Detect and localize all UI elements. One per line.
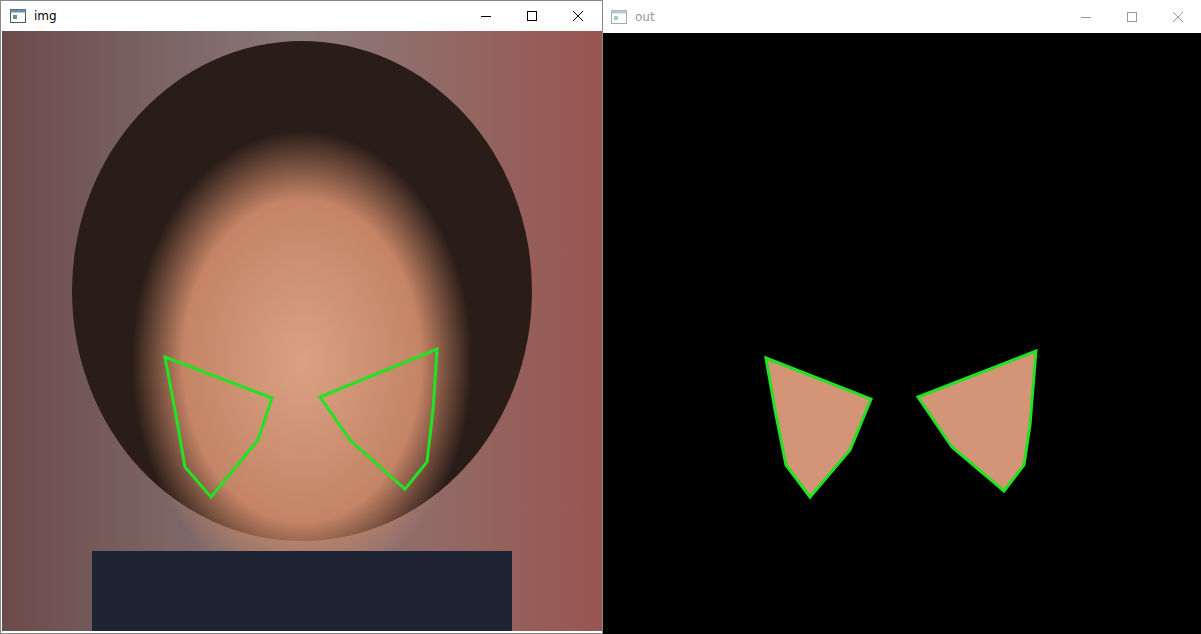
maximize-button[interactable]	[1109, 0, 1155, 33]
app-window: out	[603, 0, 1201, 634]
maximize-icon	[1126, 11, 1138, 23]
photo	[2, 31, 602, 631]
close-button[interactable]	[555, 1, 601, 31]
title-bar[interactable]: out	[603, 0, 1201, 33]
minimize-icon	[1080, 11, 1092, 23]
minimize-icon	[480, 10, 492, 22]
close-icon	[572, 10, 584, 22]
cut-region	[918, 351, 1036, 491]
minimize-button[interactable]	[1063, 0, 1109, 33]
desktop: img out	[0, 0, 1201, 634]
window-title: img	[34, 9, 463, 23]
title-bar[interactable]: img	[2, 1, 601, 31]
image-canvas	[2, 31, 602, 631]
close-icon	[1172, 11, 1184, 23]
window-icon	[10, 9, 26, 23]
minimize-button[interactable]	[463, 1, 509, 31]
mask-output	[603, 33, 1201, 634]
image-canvas	[603, 33, 1201, 634]
cut-region	[766, 358, 871, 497]
close-button[interactable]	[1155, 0, 1201, 33]
window-title: out	[635, 10, 1063, 24]
region-outline	[320, 349, 437, 489]
region-outline	[165, 357, 272, 497]
maximize-icon	[526, 10, 538, 22]
maximize-button[interactable]	[509, 1, 555, 31]
app-window: img	[0, 0, 603, 634]
window-icon	[611, 10, 627, 24]
